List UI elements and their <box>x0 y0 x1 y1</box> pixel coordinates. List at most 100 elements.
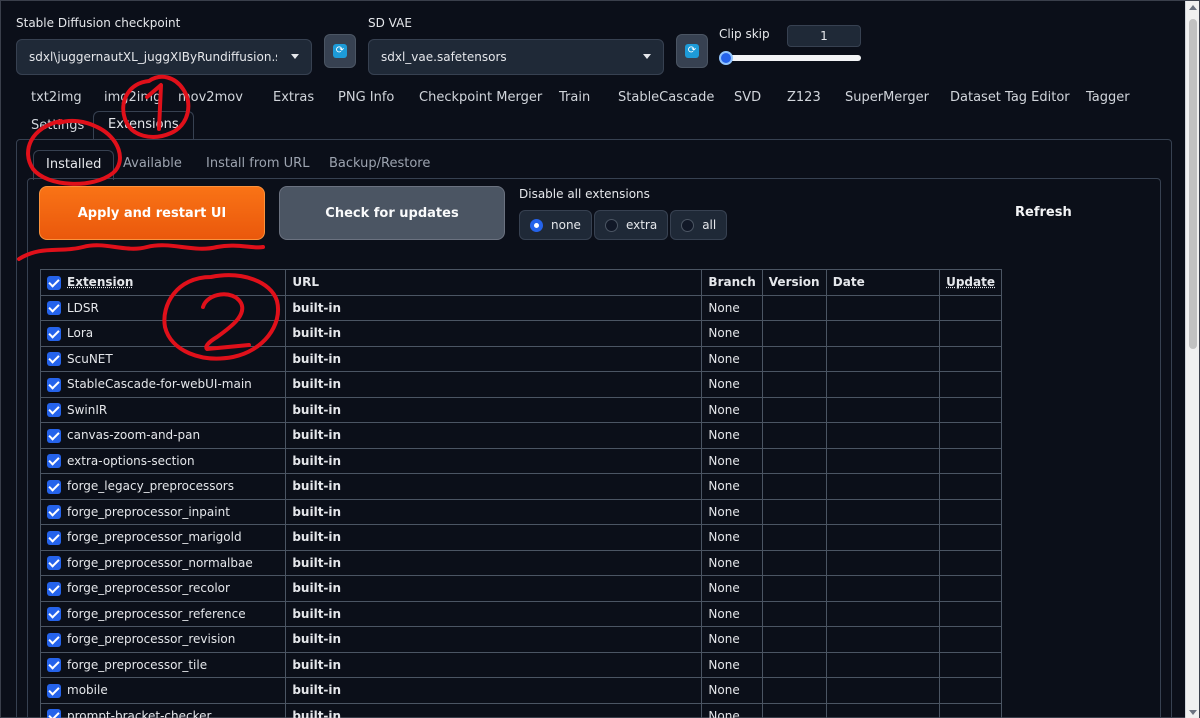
tab-tagger[interactable]: Tagger <box>1086 85 1130 111</box>
scrollbar-thumb[interactable] <box>1189 19 1197 349</box>
clip-skip-slider-thumb[interactable] <box>719 51 733 65</box>
tab-supermerger[interactable]: SuperMerger <box>845 85 929 111</box>
extension-enable-checkbox[interactable] <box>47 658 61 672</box>
tab-available[interactable]: Available <box>123 150 182 180</box>
extension-enable-checkbox[interactable] <box>47 505 61 519</box>
extension-name-cell[interactable]: canvas-zoom-and-pan <box>39 422 287 449</box>
extension-enable-checkbox[interactable] <box>47 454 61 468</box>
extension-name: SwinIR <box>67 402 108 417</box>
tab-install-from-url[interactable]: Install from URL <box>206 150 309 180</box>
tab-png-info[interactable]: PNG Info <box>338 85 394 111</box>
table-row: forge_preprocessor_reference built-in None <box>39 600 1002 627</box>
extension-name-cell[interactable]: forge_legacy_preprocessors <box>39 473 287 500</box>
extension-date <box>825 575 941 602</box>
extension-enable-checkbox[interactable] <box>47 607 61 621</box>
tab-train[interactable]: Train <box>559 85 590 111</box>
extension-name-cell[interactable]: forge_preprocessor_reference <box>39 600 287 627</box>
tab-mov2mov[interactable]: mov2mov <box>178 85 243 111</box>
refresh-icon: ⟳ <box>333 44 347 58</box>
extension-name-cell[interactable]: forge_preprocessor_marigold <box>39 524 287 551</box>
extension-date <box>825 524 941 551</box>
extension-enable-checkbox[interactable] <box>47 326 61 341</box>
tab-dataset-tag-editor[interactable]: Dataset Tag Editor <box>950 85 1070 111</box>
scroll-down-icon[interactable] <box>1189 710 1197 715</box>
tab-stablecascade[interactable]: StableCascade <box>618 85 714 111</box>
extension-branch: None <box>701 549 763 576</box>
extension-name-cell[interactable]: mobile <box>39 677 287 704</box>
extension-enable-checkbox[interactable] <box>47 301 61 315</box>
clip-skip-input[interactable]: 1 <box>787 25 861 47</box>
select-all-checkbox[interactable] <box>47 275 61 290</box>
vae-dropdown[interactable]: sdxl_vae.safetensors <box>368 39 664 75</box>
extension-update <box>939 345 1002 372</box>
extension-url: built-in <box>285 320 703 347</box>
extension-enable-checkbox[interactable] <box>47 479 61 494</box>
radio-extra[interactable]: extra <box>593 210 669 240</box>
tab-extras[interactable]: Extras <box>273 85 314 111</box>
refresh-button[interactable]: Refresh <box>1015 205 1072 220</box>
extension-name: mobile <box>67 683 108 697</box>
extension-version <box>761 473 827 500</box>
header-extension[interactable]: Extension <box>39 269 287 296</box>
tab-checkpoint-merger[interactable]: Checkpoint Merger <box>419 85 542 111</box>
extension-version <box>761 498 827 525</box>
extension-name-cell[interactable]: forge_preprocessor_revision <box>39 626 287 653</box>
header-extension-label: Extension <box>67 275 134 289</box>
extension-name-cell[interactable]: Lora <box>39 320 287 347</box>
tab-z123[interactable]: Z123 <box>787 85 821 111</box>
extension-name-cell[interactable]: ScuNET <box>39 345 287 372</box>
extension-name-cell[interactable]: prompt-bracket-checker <box>39 702 287 718</box>
radio-unchecked-icon <box>604 218 618 232</box>
chevron-down-icon <box>643 54 651 59</box>
extension-name-cell[interactable]: forge_preprocessor_tile <box>39 651 287 678</box>
table-row: forge_preprocessor_marigold built-in None <box>39 524 1002 551</box>
extension-enable-checkbox[interactable] <box>47 709 61 718</box>
chevron-down-icon <box>291 54 299 59</box>
clip-skip-slider-track[interactable] <box>723 55 861 61</box>
extension-name-cell[interactable]: forge_preprocessor_recolor <box>39 575 287 602</box>
extension-url: built-in <box>285 473 703 500</box>
extension-enable-checkbox[interactable] <box>47 377 61 392</box>
header-update[interactable]: Update <box>939 269 1002 296</box>
tab-extensions[interactable]: Extensions <box>93 111 194 139</box>
radio-none[interactable]: none <box>519 210 592 240</box>
extension-enable-checkbox[interactable] <box>47 530 61 545</box>
extension-date <box>825 371 941 398</box>
vae-refresh-button[interactable]: ⟳ <box>676 34 708 68</box>
extension-branch: None <box>701 677 763 704</box>
extension-enable-checkbox[interactable] <box>47 632 61 647</box>
tab-backup-restore[interactable]: Backup/Restore <box>329 150 430 180</box>
extension-name-cell[interactable]: forge_preprocessor_normalbae <box>39 549 287 576</box>
vae-label: SD VAE <box>368 16 412 30</box>
extension-enable-checkbox[interactable] <box>47 556 61 570</box>
apply-restart-button[interactable]: Apply and restart UI <box>39 186 265 240</box>
extension-name: prompt-bracket-checker <box>67 708 212 718</box>
extension-name-cell[interactable]: extra-options-section <box>39 447 287 474</box>
extension-url: built-in <box>285 626 703 653</box>
checkpoint-refresh-button[interactable]: ⟳ <box>324 34 356 68</box>
extension-enable-checkbox[interactable] <box>47 428 61 443</box>
extension-update <box>939 498 1002 525</box>
tab-svd[interactable]: SVD <box>734 85 761 111</box>
extension-enable-checkbox[interactable] <box>47 352 61 366</box>
extension-name-cell[interactable]: LDSR <box>39 294 287 321</box>
extension-enable-checkbox[interactable] <box>47 683 61 698</box>
extension-url: built-in <box>285 371 703 398</box>
radio-checked-icon <box>530 218 543 232</box>
extension-name-cell[interactable]: StableCascade-for-webUI-main <box>39 371 287 398</box>
scroll-up-icon[interactable] <box>1189 5 1197 10</box>
tab-settings[interactable]: Settings <box>31 113 84 139</box>
extension-update <box>939 524 1002 551</box>
tab-txt2img[interactable]: txt2img <box>31 85 82 111</box>
check-updates-button[interactable]: Check for updates <box>279 186 505 240</box>
extension-enable-checkbox[interactable] <box>47 403 61 417</box>
extension-name-cell[interactable]: forge_preprocessor_inpaint <box>39 498 287 525</box>
extension-enable-checkbox[interactable] <box>47 581 61 596</box>
extension-name-cell[interactable]: SwinIR <box>39 396 287 423</box>
tab-installed[interactable]: Installed <box>33 150 115 180</box>
radio-all-label: all <box>702 218 717 232</box>
tab-img2img[interactable]: img2img <box>104 85 161 111</box>
page-scrollbar[interactable] <box>1185 1 1199 718</box>
checkpoint-dropdown[interactable]: sdxl\juggernautXL_juggXIByRundiffusion.s… <box>16 39 312 75</box>
radio-all[interactable]: all <box>670 210 728 240</box>
